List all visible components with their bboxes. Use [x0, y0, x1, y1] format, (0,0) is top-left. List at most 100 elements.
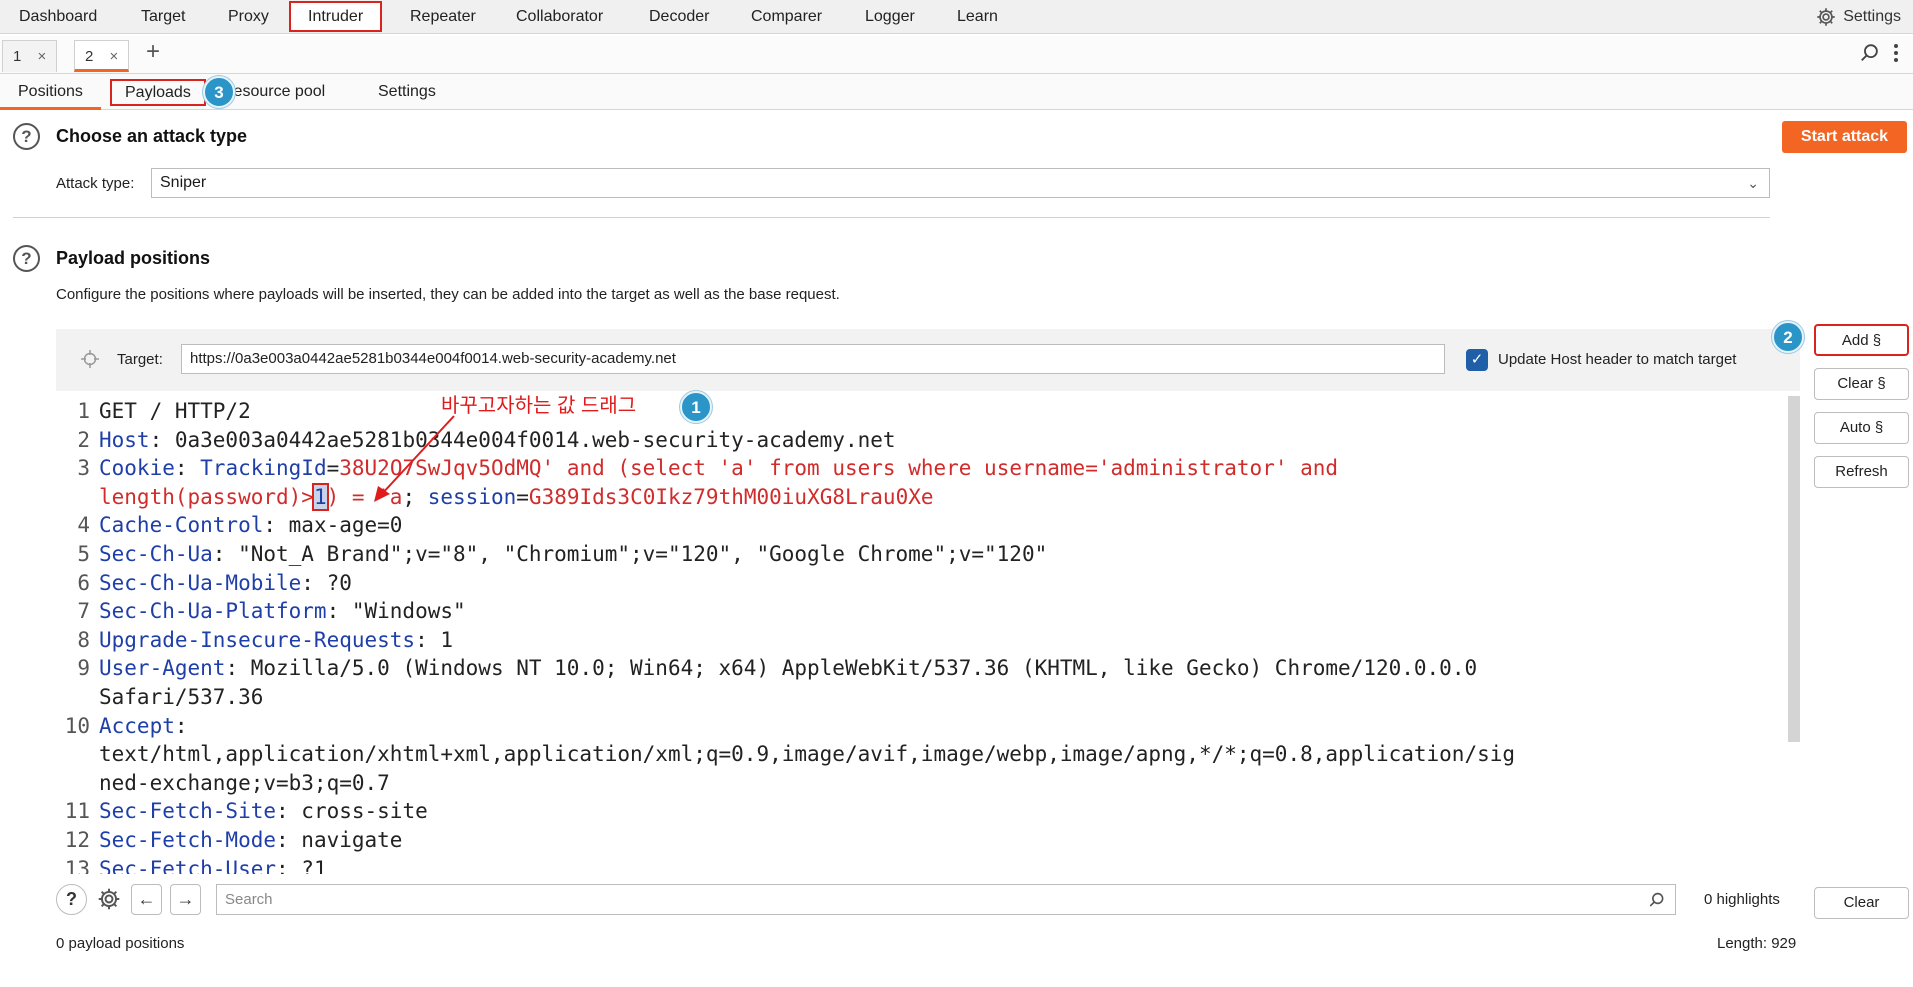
add-tab-icon[interactable]: +	[146, 38, 160, 66]
menu-comparer[interactable]: Comparer	[751, 0, 822, 34]
start-attack-button[interactable]: Start attack	[1782, 121, 1907, 153]
request-token: Upgrade-Insecure-Requests	[99, 627, 416, 652]
add-marker-button[interactable]: Add §	[1814, 324, 1909, 356]
line-number: 8	[77, 627, 90, 652]
request-token: : Mozilla/5.0 (Windows NT 10.0; Win64; x…	[225, 656, 1478, 681]
selected-value: 1	[311, 482, 329, 511]
attack-type-label: Attack type:	[56, 175, 135, 192]
search-icon[interactable]	[1859, 42, 1881, 64]
request-token: Accept	[99, 713, 175, 738]
menu-intruder[interactable]: Intruder	[289, 1, 383, 32]
tab-2[interactable]: 2 ×	[74, 40, 130, 72]
request-token: GET / HTTP/2	[99, 399, 251, 423]
help-icon[interactable]: ?	[13, 123, 40, 150]
request-length: Length: 929	[1717, 935, 1797, 952]
request-editor[interactable]: 1 GET / HTTP/2 2 Host: 0a3e003a0442ae5281b0…	[56, 396, 1800, 874]
tab-tools	[1859, 42, 1899, 64]
subtab-resource-pool[interactable]: Resource pool	[222, 74, 342, 110]
menu-repeater[interactable]: Repeater	[410, 0, 476, 34]
subtab-payloads[interactable]: Payloads	[110, 79, 206, 106]
subtab-settings[interactable]: Settings	[378, 74, 436, 110]
close-icon[interactable]: ×	[38, 48, 47, 65]
line-number: 6	[77, 570, 90, 595]
line-number: 2	[77, 427, 90, 452]
request-token: =	[326, 456, 340, 481]
refresh-button[interactable]: Refresh	[1814, 456, 1909, 488]
request-token: : 0a3e003a0442ae5281b0344e004f0014.web-s…	[149, 427, 896, 452]
payload-positions-description: Configure the positions where payloads w…	[56, 286, 840, 303]
previous-arrow-icon[interactable]: ←	[131, 884, 162, 915]
request-token: =	[516, 484, 529, 509]
target-url-input[interactable]: https://0a3e003a0442ae5281b0344e004f0014…	[181, 344, 1445, 374]
request-token: TrackingId	[200, 456, 327, 481]
menu-decoder[interactable]: Decoder	[649, 0, 709, 34]
request-token: text/html,application/xhtml+xml,applicat…	[99, 742, 1516, 767]
line-number: 3	[77, 456, 90, 481]
request-token: Sec-Ch-Ua-Platform	[99, 599, 327, 624]
section-divider	[13, 217, 1770, 218]
request-line: Upgrade-Insecure-Requests: 1	[99, 626, 453, 655]
clear-markers-button[interactable]: Clear §	[1814, 368, 1909, 400]
update-host-checkbox[interactable]: ✓	[1466, 349, 1488, 371]
step-badge-3: 3	[203, 76, 235, 108]
request-token: Sec-Fetch-Mode	[99, 828, 277, 852]
request-token: : 1	[415, 627, 454, 652]
line-number: 5	[77, 542, 90, 566]
search-input[interactable]: Search	[216, 884, 1676, 915]
target-label: Target:	[117, 351, 163, 368]
request-line: text/html,application/xhtml+xml,applicat…	[99, 740, 1515, 769]
request-token: ned-exchange;v=b3;q=0.7	[99, 770, 390, 795]
request-line: Cache-Control: max-age=0	[99, 511, 402, 540]
request-line: length(password)>1) = 'a; session=G389Id…	[99, 482, 934, 512]
auto-markers-button[interactable]: Auto §	[1814, 412, 1909, 444]
request-token: : "Not_A Brand";v="8", "Chromium";v="120…	[212, 542, 1048, 566]
top-menu-bar: Dashboard Target Proxy Intruder Repeater…	[0, 0, 1913, 34]
payload-positions-count: 0 payload positions	[56, 935, 185, 952]
request-token: 38U2O7SwJqv5OdMQ' and (select 'a' from u…	[339, 456, 1339, 481]
request-token: Cache-Control	[99, 513, 264, 538]
close-icon[interactable]: ×	[110, 48, 119, 65]
next-arrow-icon[interactable]: →	[170, 884, 201, 915]
help-icon[interactable]: ?	[56, 884, 87, 915]
help-icon[interactable]: ?	[13, 245, 40, 272]
request-line: ned-exchange;v=b3;q=0.7	[99, 769, 390, 798]
attack-type-select[interactable]: Sniper ⌄	[151, 168, 1770, 198]
request-token: :	[174, 713, 188, 738]
crosshair-icon	[81, 350, 99, 368]
attack-type-title: Choose an attack type	[56, 126, 248, 146]
settings-menu[interactable]: Settings	[1815, 0, 1901, 34]
request-token: Host	[99, 427, 150, 452]
menu-learn[interactable]: Learn	[957, 0, 998, 34]
request-line: Sec-Fetch-Mode: navigate	[99, 826, 402, 855]
menu-target[interactable]: Target	[141, 0, 185, 34]
menu-logger[interactable]: Logger	[865, 0, 915, 34]
menu-collaborator[interactable]: Collaborator	[516, 0, 603, 34]
search-icon	[1649, 892, 1664, 907]
menu-proxy[interactable]: Proxy	[228, 0, 269, 34]
menu-dashboard[interactable]: Dashboard	[19, 0, 97, 34]
request-token: G389Ids3C0Ikz79thM00iuXG8Lrau0Xe	[528, 484, 934, 509]
request-token: : navigate	[276, 828, 403, 852]
request-line: Sec-Fetch-Site: cross-site	[99, 797, 428, 826]
editor-scrollbar[interactable]	[1788, 396, 1800, 742]
request-line: Sec-Fetch-User: ?1	[99, 855, 327, 874]
request-token: Cookie	[99, 456, 175, 481]
settings-label: Settings	[1843, 8, 1901, 25]
request-token: Safari/537.36	[99, 685, 264, 709]
subtab-positions[interactable]: Positions	[0, 74, 101, 110]
tab-1[interactable]: 1 ×	[2, 40, 58, 72]
request-token: User-Agent	[99, 656, 226, 681]
request-token: : ?0	[301, 570, 352, 595]
gear-icon[interactable]	[93, 884, 124, 915]
clear-search-button[interactable]: Clear	[1814, 887, 1909, 919]
intruder-subtabs: Positions Payloads Resource pool Setting…	[0, 74, 1913, 110]
payload-positions-title: Payload positions	[56, 248, 211, 268]
request-token: : cross-site	[276, 799, 428, 824]
request-token: : max-age=0	[263, 513, 403, 538]
line-number: 4	[77, 513, 90, 538]
request-line: Sec-Ch-Ua: "Not_A Brand";v="8", "Chromiu…	[99, 540, 1047, 569]
tab-label: 1	[13, 48, 22, 65]
more-options-icon[interactable]	[1893, 42, 1899, 64]
request-line: Sec-Ch-Ua-Mobile: ?0	[99, 569, 352, 598]
chevron-down-icon: ⌄	[1747, 175, 1759, 191]
